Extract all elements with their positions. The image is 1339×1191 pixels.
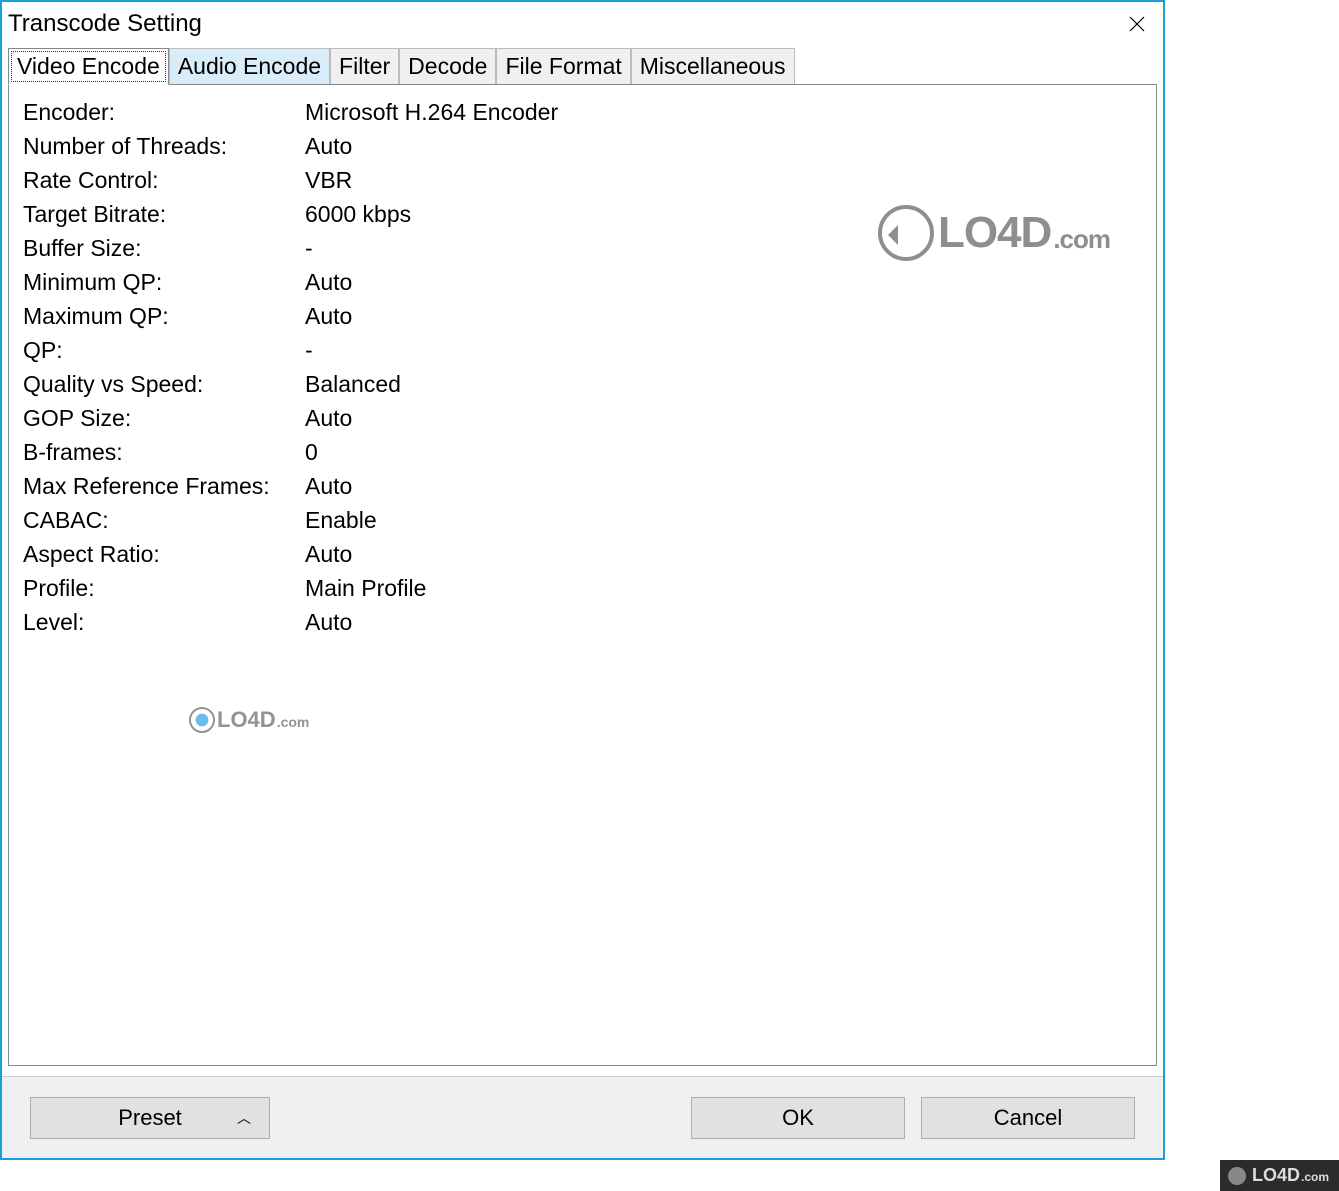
property-value: VBR [305, 167, 1142, 194]
property-value: - [305, 337, 1142, 364]
button-label: Preset [118, 1105, 182, 1131]
property-value: Balanced [305, 371, 1142, 398]
property-value: Auto [305, 609, 1142, 636]
property-label: Target Bitrate: [23, 201, 305, 228]
watermark-logo-small: LO4D.com [189, 707, 309, 733]
tab-file-format[interactable]: File Format [496, 48, 630, 84]
cancel-button[interactable]: Cancel [921, 1097, 1135, 1139]
tab-strip: Video Encode Audio Encode Filter Decode … [8, 48, 1157, 84]
dialog-window: Transcode Setting Video Encode Audio Enc… [0, 0, 1165, 1160]
tab-audio-encode[interactable]: Audio Encode [169, 48, 330, 84]
preset-button[interactable]: Preset ︿ [30, 1097, 270, 1139]
property-row[interactable]: Maximum QP:Auto [23, 303, 1142, 330]
tab-miscellaneous[interactable]: Miscellaneous [631, 48, 795, 84]
property-label: Buffer Size: [23, 235, 305, 262]
watermark-text: LO4D [1252, 1165, 1300, 1186]
button-label: Cancel [994, 1105, 1062, 1131]
property-row[interactable]: Rate Control:VBR [23, 167, 1142, 194]
tab-label: Decode [408, 53, 487, 79]
property-row[interactable]: Max Reference Frames:Auto [23, 473, 1142, 500]
property-row[interactable]: Number of Threads:Auto [23, 133, 1142, 160]
property-row[interactable]: Buffer Size:- [23, 235, 1142, 262]
property-row[interactable]: Profile:Main Profile [23, 575, 1142, 602]
property-row[interactable]: Encoder:Microsoft H.264 Encoder [23, 99, 1142, 126]
property-row[interactable]: CABAC:Enable [23, 507, 1142, 534]
property-value: Auto [305, 133, 1142, 160]
tab-label: File Format [505, 53, 621, 79]
property-label: Aspect Ratio: [23, 541, 305, 568]
tab-video-encode[interactable]: Video Encode [8, 48, 169, 85]
watermark-text: LO4D [217, 707, 276, 733]
property-label: Profile: [23, 575, 305, 602]
window-title: Transcode Setting [8, 10, 202, 38]
button-bar: Preset ︿ OK Cancel [2, 1076, 1163, 1158]
refresh-icon [189, 707, 215, 733]
property-value: Main Profile [305, 575, 1142, 602]
tab-label: Miscellaneous [640, 53, 786, 79]
property-label: GOP Size: [23, 405, 305, 432]
refresh-icon [1228, 1167, 1246, 1185]
close-icon [1129, 16, 1145, 32]
property-row[interactable]: Aspect Ratio:Auto [23, 541, 1142, 568]
property-label: QP: [23, 337, 305, 364]
property-label: Minimum QP: [23, 269, 305, 296]
tab-label: Audio Encode [178, 53, 321, 79]
property-row[interactable]: Level:Auto [23, 609, 1142, 636]
property-label: Encoder: [23, 99, 305, 126]
property-row[interactable]: QP:- [23, 337, 1142, 364]
property-value: 0 [305, 439, 1142, 466]
ok-button[interactable]: OK [691, 1097, 905, 1139]
tab-panel-video-encode: Encoder:Microsoft H.264 Encoder Number o… [8, 84, 1157, 1066]
close-button[interactable] [1111, 4, 1163, 44]
property-row[interactable]: Target Bitrate:6000 kbps [23, 201, 1142, 228]
property-row[interactable]: Quality vs Speed:Balanced [23, 371, 1142, 398]
property-label: Max Reference Frames: [23, 473, 305, 500]
property-value: Enable [305, 507, 1142, 534]
property-value: Auto [305, 269, 1142, 296]
property-label: CABAC: [23, 507, 305, 534]
property-row[interactable]: B-frames:0 [23, 439, 1142, 466]
property-row[interactable]: Minimum QP:Auto [23, 269, 1142, 296]
property-label: B-frames: [23, 439, 305, 466]
content-area: Video Encode Audio Encode Filter Decode … [2, 48, 1163, 1066]
tab-decode[interactable]: Decode [399, 48, 496, 84]
property-value: 6000 kbps [305, 201, 1142, 228]
tab-filter[interactable]: Filter [330, 48, 399, 84]
chevron-up-icon: ︿ [237, 1108, 251, 1128]
property-value: Auto [305, 473, 1142, 500]
property-value: Auto [305, 303, 1142, 330]
button-label: OK [782, 1105, 814, 1131]
property-value: Microsoft H.264 Encoder [305, 99, 1142, 126]
property-label: Level: [23, 609, 305, 636]
property-label: Maximum QP: [23, 303, 305, 330]
property-value: Auto [305, 405, 1142, 432]
property-label: Rate Control: [23, 167, 305, 194]
tab-label: Video Encode [17, 53, 160, 79]
property-label: Number of Threads: [23, 133, 305, 160]
tab-label: Filter [339, 53, 390, 79]
property-value: Auto [305, 541, 1142, 568]
property-row[interactable]: GOP Size:Auto [23, 405, 1142, 432]
titlebar: Transcode Setting [2, 2, 1163, 46]
watermark-suffix: .com [277, 714, 310, 730]
property-label: Quality vs Speed: [23, 371, 305, 398]
property-value: - [305, 235, 1142, 262]
watermark-suffix: .com [1301, 1170, 1329, 1184]
corner-watermark: LO4D.com [1220, 1160, 1339, 1191]
